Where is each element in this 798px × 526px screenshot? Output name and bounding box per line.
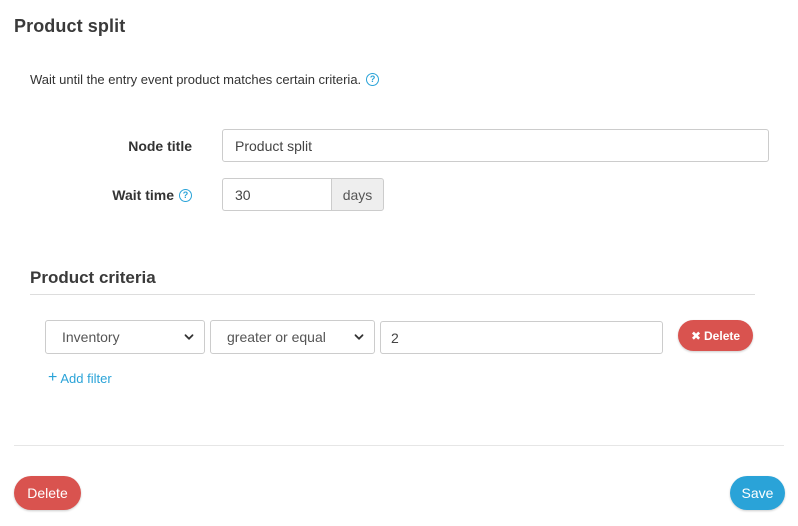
footer-divider — [14, 445, 784, 446]
delete-filter-button[interactable]: ✖ Delete — [678, 320, 753, 351]
section-divider — [30, 294, 755, 295]
dialog-description: Wait until the entry event product match… — [30, 72, 380, 87]
node-title-label: Node title — [128, 138, 192, 154]
question-circle-icon[interactable]: ? — [179, 188, 192, 202]
filter-operator-value: greater or equal — [227, 329, 326, 345]
chevron-down-icon — [354, 334, 364, 340]
product-criteria-title: Product criteria — [30, 268, 156, 287]
wait-time-input-group: days — [222, 178, 384, 211]
dialog-title: Product split — [14, 16, 126, 36]
filter-value-input[interactable] — [380, 321, 663, 354]
question-circle-icon[interactable]: ? — [366, 73, 380, 86]
filter-field-select[interactable]: Inventory — [45, 320, 205, 354]
add-filter-label: Add filter — [60, 370, 112, 386]
wait-time-input[interactable] — [222, 178, 331, 211]
wait-time-label: Wait time ? — [80, 179, 192, 211]
chevron-down-icon — [184, 334, 194, 340]
node-title-input[interactable] — [222, 129, 769, 162]
delete-filter-label: Delete — [704, 328, 741, 343]
add-filter-link[interactable]: + Add filter — [48, 370, 112, 386]
wait-time-label-text: Wait time — [112, 187, 174, 203]
filter-field-value: Inventory — [62, 329, 120, 345]
plus-icon: + — [48, 369, 58, 386]
save-button[interactable]: Save — [730, 476, 785, 510]
wait-time-unit-addon: days — [331, 178, 384, 211]
filter-operator-select[interactable]: greater or equal — [210, 320, 375, 354]
x-icon: ✖ — [690, 328, 702, 343]
delete-node-button[interactable]: Delete — [14, 476, 81, 510]
description-text: Wait until the entry event product match… — [30, 72, 362, 87]
